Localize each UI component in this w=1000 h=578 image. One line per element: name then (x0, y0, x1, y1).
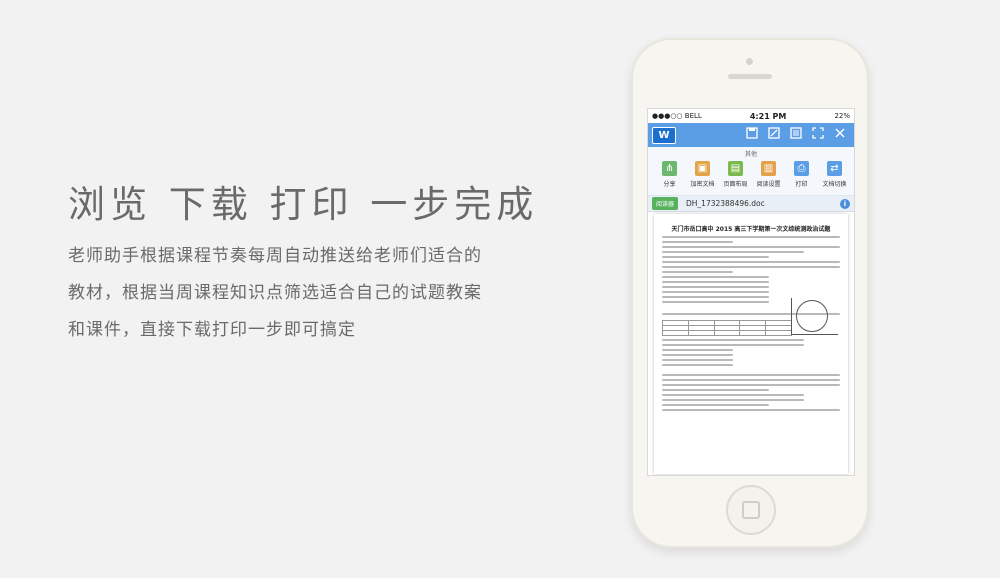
save-icon[interactable] (744, 127, 760, 143)
share-icon: ⋔ (662, 161, 677, 176)
menu-item-encrypt[interactable]: ▣ 加密文档 (686, 161, 719, 188)
phone-screen: ●●●○○ BELL 4:21 PM 22% W 其他 ⋔ 分享 ▣ 加密文档 … (647, 108, 855, 476)
menu-item-label: 文档切换 (822, 181, 847, 188)
text-line (662, 404, 769, 406)
file-bar: 阅读器 DH_1732388496.doc i (648, 196, 854, 212)
camera-icon (746, 58, 753, 65)
text-line (662, 364, 734, 366)
text-line (662, 281, 769, 283)
menu-item-switch-doc[interactable]: ⇄ 文档切换 (818, 161, 851, 188)
text-line (662, 339, 805, 341)
menu-item-label: 分享 (663, 181, 676, 188)
text-line (662, 236, 840, 238)
app-logo[interactable]: W (652, 126, 676, 144)
text-line (662, 291, 769, 293)
phone-mockup: ●●●○○ BELL 4:21 PM 22% W 其他 ⋔ 分享 ▣ 加密文档 … (631, 38, 869, 548)
battery-label: 22% (834, 112, 850, 120)
text-line (662, 409, 840, 411)
status-bar: ●●●○○ BELL 4:21 PM 22% (648, 109, 854, 123)
text-line (662, 399, 805, 401)
text-line (662, 241, 734, 243)
description-line: 老师助手根据课程节奏每周自动推送给老师们适合的 (68, 246, 482, 266)
edit-icon[interactable] (766, 127, 782, 143)
text-line (662, 374, 840, 376)
speaker-grille (728, 74, 772, 79)
menu-item-layout[interactable]: ▤ 页面布局 (719, 161, 752, 188)
carrier-label: ●●●○○ BELL (652, 112, 702, 120)
text-line (662, 276, 769, 278)
text-line (662, 359, 734, 361)
expand-icon[interactable] (810, 127, 826, 143)
layout-icon: ▤ (728, 161, 743, 176)
lock-doc-icon: ▣ (695, 161, 710, 176)
text-line (662, 379, 840, 381)
menu-item-label: 页面布局 (723, 181, 748, 188)
other-menu: 其他 ⋔ 分享 ▣ 加密文档 ▤ 页面布局 ▥ 阅读设置 ⎙ 打印 ⇄ 文档切换 (648, 147, 854, 196)
figure-curve (796, 300, 828, 332)
document-figure (791, 298, 838, 335)
reading-settings-icon: ▥ (761, 161, 776, 176)
text-line (662, 256, 769, 258)
switch-doc-icon: ⇄ (827, 161, 842, 176)
description: 老师助手根据课程节奏每周自动推送给老师们适合的 教材，根据当周课程知识点筛选适合… (68, 238, 528, 349)
document-page[interactable]: 天门市岳口高中 2015 高三下学期第一次文综统测政治试题 (654, 214, 848, 474)
text-line (662, 251, 805, 253)
menu-item-label: 阅读设置 (756, 181, 781, 188)
text-line (662, 261, 840, 263)
info-icon[interactable]: i (840, 198, 850, 209)
reader-button[interactable]: 阅读器 (652, 197, 679, 210)
text-line (662, 384, 840, 386)
home-square-icon (742, 501, 760, 519)
text-line (662, 354, 734, 356)
list-icon[interactable] (788, 127, 804, 143)
text-line (662, 389, 769, 391)
menu-item-label: 打印 (795, 181, 808, 188)
description-line: 教材，根据当周课程知识点筛选适合自己的试题教案 (68, 283, 482, 303)
document-table (662, 320, 792, 336)
text-line (662, 394, 805, 396)
headline: 浏览 下载 打印 一步完成 (68, 183, 539, 226)
app-toolbar: W (648, 123, 854, 147)
print-icon: ⎙ (794, 161, 809, 176)
close-icon[interactable] (832, 127, 848, 143)
document-title: 天门市岳口高中 2015 高三下学期第一次文综统测政治试题 (671, 226, 831, 233)
home-button[interactable] (726, 485, 776, 535)
text-line (662, 246, 840, 248)
file-name: DH_1732388496.doc (686, 199, 765, 208)
menu-item-share[interactable]: ⋔ 分享 (653, 161, 686, 188)
text-line (662, 271, 734, 273)
text-line (662, 301, 769, 303)
description-line: 和课件，直接下载打印一步即可搞定 (68, 320, 356, 340)
menu-title: 其他 (744, 151, 757, 158)
clock: 4:21 PM (749, 111, 787, 121)
menu-item-reading-settings[interactable]: ▥ 阅读设置 (752, 161, 785, 188)
text-line (662, 286, 769, 288)
text-line (662, 266, 840, 268)
text-line (662, 344, 805, 346)
text-line (662, 349, 734, 351)
menu-item-label: 加密文档 (690, 181, 715, 188)
text-line (662, 296, 769, 298)
menu-item-print[interactable]: ⎙ 打印 (785, 161, 818, 188)
